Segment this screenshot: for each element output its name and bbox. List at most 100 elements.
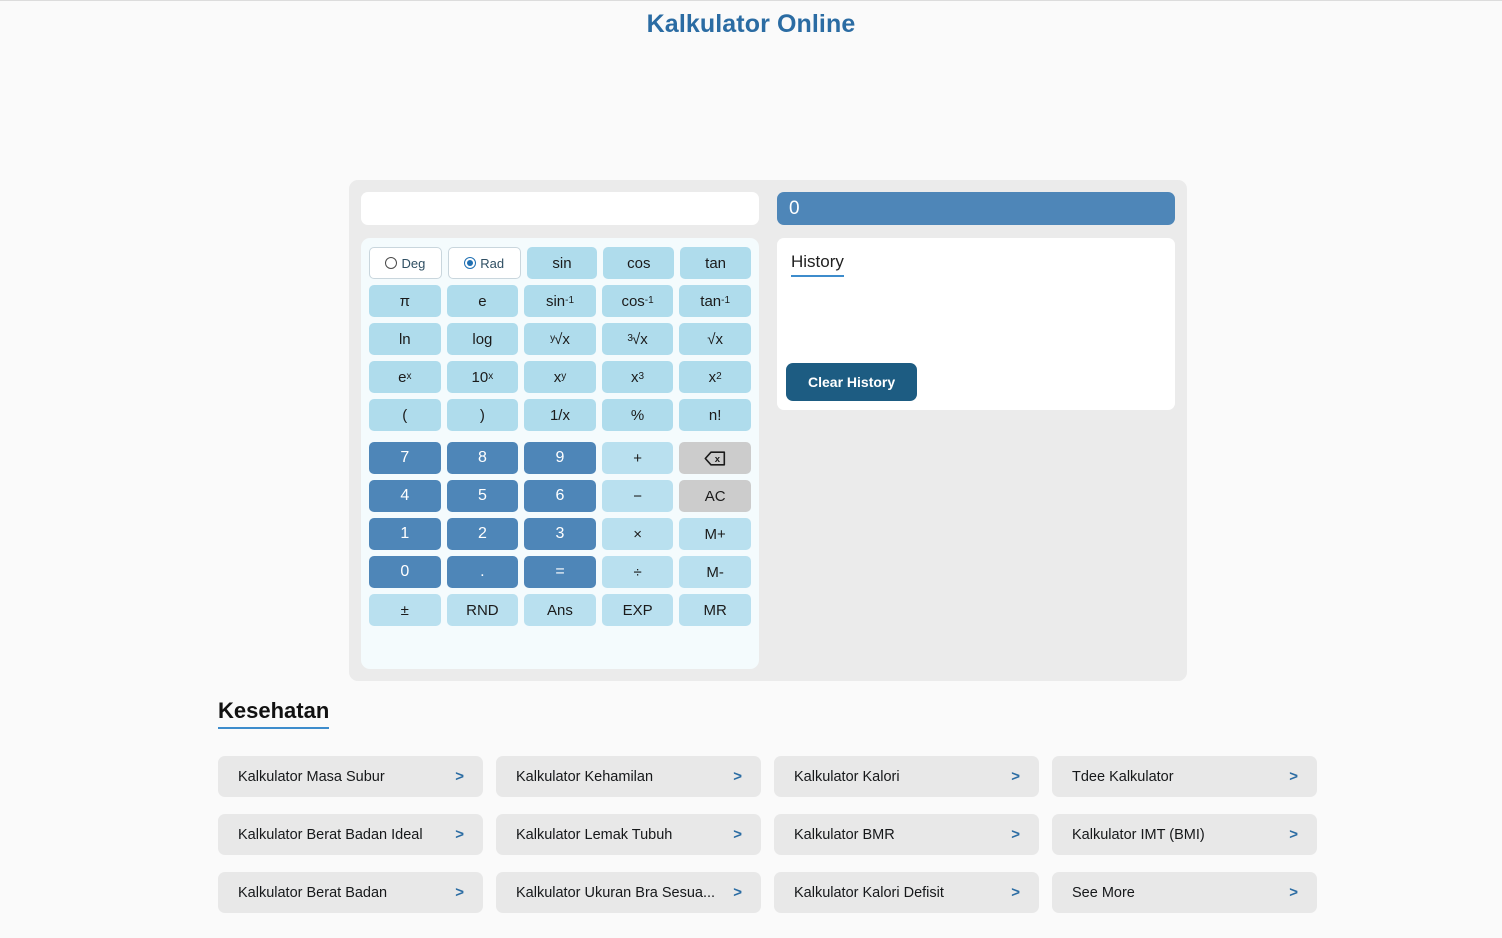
- keypad-row-5: ( ) 1/x % n!: [369, 399, 751, 431]
- keypad-row-7: 4 5 6 − AC: [369, 480, 751, 512]
- link-label: Kalkulator Lemak Tubuh: [516, 826, 673, 843]
- exp-ten-base: 10: [471, 368, 489, 386]
- section-title: Kesehatan: [218, 698, 330, 729]
- link-tile-see-more[interactable]: See More >: [1052, 872, 1317, 913]
- digit-6-key[interactable]: 6: [524, 480, 596, 512]
- memory-recall-key[interactable]: MR: [679, 594, 751, 626]
- chevron-right-icon: >: [455, 826, 464, 843]
- square-base: x: [708, 368, 717, 386]
- plus-key[interactable]: +: [601, 442, 674, 474]
- decimal-point-key[interactable]: .: [446, 556, 519, 588]
- sign-toggle-key[interactable]: ±: [369, 594, 441, 626]
- arcsin-key[interactable]: sin -1: [524, 285, 596, 317]
- digit-3-key[interactable]: 3: [524, 518, 596, 550]
- chevron-right-icon: >: [1289, 768, 1298, 785]
- link-label: Kalkulator Ukuran Bra Sesua...: [516, 884, 716, 901]
- ln-key[interactable]: ln: [369, 323, 441, 355]
- link-label: Kalkulator Berat Badan Ideal: [238, 826, 423, 843]
- link-tile-kehamilan[interactable]: Kalkulator Kehamilan >: [496, 756, 761, 797]
- close-paren-key[interactable]: ): [446, 399, 519, 431]
- square-key[interactable]: x2: [679, 361, 751, 393]
- tan-key[interactable]: tan: [680, 247, 751, 279]
- exponent-key[interactable]: EXP: [601, 594, 674, 626]
- multiply-key[interactable]: ×: [601, 518, 674, 550]
- cos-key[interactable]: cos: [603, 247, 675, 279]
- link-label: Kalkulator Kehamilan: [516, 768, 654, 785]
- digit-2-key[interactable]: 2: [446, 518, 519, 550]
- digit-8-key[interactable]: 8: [446, 442, 519, 474]
- history-panel: History Clear History: [777, 238, 1175, 410]
- keypad-row-8: 1 2 3 × M+: [369, 518, 751, 550]
- nth-root-base: √x: [554, 330, 570, 348]
- euler-key[interactable]: e: [446, 285, 519, 317]
- answer-key[interactable]: Ans: [524, 594, 596, 626]
- radio-selected-icon: [464, 257, 477, 269]
- link-tile-imt-bmi[interactable]: Kalkulator IMT (BMI) >: [1052, 814, 1317, 855]
- random-key[interactable]: RND: [446, 594, 519, 626]
- link-tile-berat-badan-ideal[interactable]: Kalkulator Berat Badan Ideal >: [218, 814, 483, 855]
- link-label: See More: [1072, 884, 1135, 901]
- link-tile-ukuran-bra[interactable]: Kalkulator Ukuran Bra Sesua... >: [496, 872, 761, 913]
- exp-e-key[interactable]: ex: [369, 361, 441, 393]
- clear-history-button[interactable]: Clear History: [786, 363, 918, 401]
- factorial-key[interactable]: n!: [679, 399, 751, 431]
- deg-label: Deg: [401, 255, 426, 271]
- link-label: Kalkulator Kalori Defisit: [794, 884, 944, 901]
- backspace-key[interactable]: x: [679, 442, 751, 474]
- cube-key[interactable]: x3: [601, 361, 674, 393]
- calculator-left-column: Deg Rad sin cos tan π e sin -1 cos -1 tan -…: [361, 192, 759, 669]
- equals-key[interactable]: =: [524, 556, 596, 588]
- link-tile-berat-badan[interactable]: Kalkulator Berat Badan >: [218, 872, 483, 913]
- deg-mode-radio[interactable]: Deg: [369, 247, 442, 279]
- exp-ten-key[interactable]: 10 x: [446, 361, 519, 393]
- link-tile-lemak-tubuh[interactable]: Kalkulator Lemak Tubuh >: [496, 814, 761, 855]
- links-section: Kesehatan Kalkulator Masa Subur > Kalkul…: [218, 698, 1320, 913]
- cube-base: x: [631, 368, 639, 386]
- chevron-right-icon: >: [1289, 884, 1298, 901]
- link-label: Kalkulator BMR: [794, 826, 895, 843]
- nth-root-key[interactable]: y √x: [524, 323, 596, 355]
- digit-7-key[interactable]: 7: [369, 442, 441, 474]
- link-tile-masa-subur[interactable]: Kalkulator Masa Subur >: [218, 756, 483, 797]
- link-tile-kalori[interactable]: Kalkulator Kalori >: [774, 756, 1039, 797]
- power-xy-key[interactable]: xy: [524, 361, 596, 393]
- square-root-key[interactable]: √x: [679, 323, 751, 355]
- power-xy-base: x: [553, 368, 562, 386]
- memory-subtract-key[interactable]: M-: [679, 556, 751, 588]
- page-title: Kalkulator Online: [646, 10, 856, 38]
- reciprocal-key[interactable]: 1/x: [524, 399, 596, 431]
- expression-input[interactable]: [361, 192, 759, 225]
- arctan-key[interactable]: tan -1: [679, 285, 751, 317]
- radio-unselected-icon: [385, 257, 398, 269]
- digit-1-key[interactable]: 1: [369, 518, 441, 550]
- digit-9-key[interactable]: 9: [524, 442, 596, 474]
- link-label: Kalkulator Masa Subur: [238, 768, 385, 785]
- digit-5-key[interactable]: 5: [446, 480, 519, 512]
- digit-0-key[interactable]: 0: [369, 556, 441, 588]
- link-tile-bmr[interactable]: Kalkulator BMR >: [774, 814, 1039, 855]
- link-tile-tdee[interactable]: Tdee Kalkulator >: [1052, 756, 1317, 797]
- keypad-row-3: ln log y √x 3 √x √x: [369, 323, 751, 355]
- rad-mode-radio[interactable]: Rad: [447, 247, 521, 279]
- link-label: Kalkulator Kalori: [794, 768, 900, 785]
- keypad-row-6: 7 8 9 + x: [369, 442, 751, 474]
- percent-key[interactable]: %: [601, 399, 674, 431]
- link-label: Tdee Kalkulator: [1072, 768, 1174, 785]
- all-clear-key[interactable]: AC: [679, 480, 751, 512]
- cube-root-key[interactable]: 3 √x: [601, 323, 674, 355]
- link-label: Kalkulator Berat Badan: [238, 884, 388, 901]
- keypad-row-9: 0 . = ÷ M-: [369, 556, 751, 588]
- link-tile-kalori-defisit[interactable]: Kalkulator Kalori Defisit >: [774, 872, 1039, 913]
- chevron-right-icon: >: [455, 884, 464, 901]
- keypad-row-10: ± RND Ans EXP MR: [369, 594, 751, 626]
- divide-key[interactable]: ÷: [601, 556, 674, 588]
- chevron-right-icon: >: [1011, 768, 1020, 785]
- memory-add-key[interactable]: M+: [679, 518, 751, 550]
- log-key[interactable]: log: [446, 323, 519, 355]
- sin-key[interactable]: sin: [526, 247, 598, 279]
- pi-key[interactable]: π: [369, 285, 441, 317]
- digit-4-key[interactable]: 4: [369, 480, 441, 512]
- open-paren-key[interactable]: (: [369, 399, 441, 431]
- arccos-key[interactable]: cos -1: [601, 285, 674, 317]
- minus-key[interactable]: −: [601, 480, 674, 512]
